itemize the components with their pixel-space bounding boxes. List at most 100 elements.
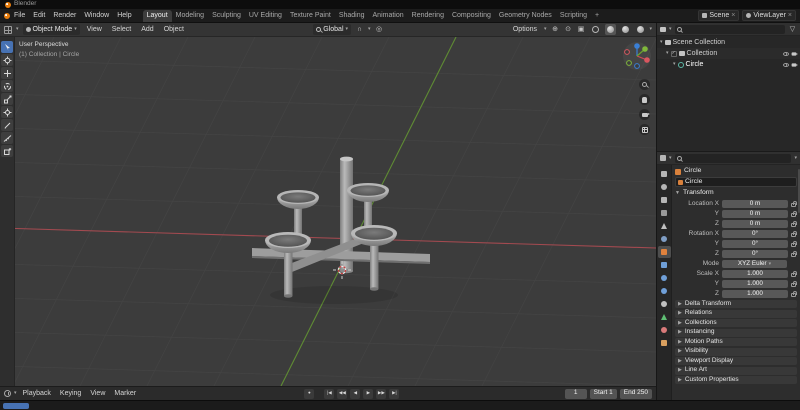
menu-render[interactable]: Render [49, 9, 80, 22]
candelabra-model[interactable] [252, 156, 430, 304]
section-visibility[interactable]: ▶ Visibility [675, 347, 797, 356]
tab-tool[interactable] [658, 168, 671, 180]
scale-y-field[interactable]: 1.000 [722, 280, 788, 288]
section-viewport-display[interactable]: ▶ Viewport Display [675, 357, 797, 365]
mode-selector[interactable]: Object Mode ▾ [22, 24, 80, 35]
cursor-tool[interactable] [1, 54, 13, 66]
lock-icon[interactable] [791, 281, 797, 287]
tab-output[interactable] [658, 194, 671, 206]
tab-object[interactable] [657, 246, 671, 258]
expand-icon[interactable]: ▾ [666, 51, 669, 56]
transform-section-header[interactable]: ▼ Transform [675, 189, 797, 198]
frame-start-field[interactable]: Start 1 [589, 388, 617, 399]
disable-render-icon[interactable] [791, 62, 799, 67]
move-tool[interactable] [1, 67, 13, 79]
properties-options-caret-icon[interactable]: ▾ [794, 155, 797, 161]
lock-icon[interactable] [791, 251, 797, 257]
disable-render-icon[interactable] [791, 51, 799, 56]
prev-keyframe-button[interactable]: ◀◀ [337, 388, 348, 399]
jump-to-start-button[interactable]: |◀ [324, 388, 335, 399]
workspace-tab-scripting[interactable]: Scripting [556, 10, 591, 22]
location-x-field[interactable]: 0 m [722, 200, 788, 208]
rotation-x-field[interactable]: 0° [722, 230, 788, 238]
section-relations[interactable]: ▶ Relations [675, 309, 797, 318]
workspace-tab-shading[interactable]: Shading [335, 10, 369, 22]
scene-selector[interactable]: Scene × [698, 10, 740, 21]
xray-toggle-icon[interactable]: ▣ [577, 25, 586, 35]
timeline-editor-icon[interactable] [4, 390, 11, 397]
hide-viewport-icon[interactable] [783, 62, 789, 67]
scale-x-field[interactable]: 1.000 [722, 270, 788, 278]
outliner-editor-icon[interactable] [660, 26, 666, 32]
rotation-y-field[interactable]: 0° [722, 240, 788, 248]
current-frame-field[interactable]: 1 [564, 388, 587, 399]
zoom-button[interactable] [639, 79, 650, 90]
hide-viewport-icon[interactable] [783, 51, 789, 56]
section-collections[interactable]: ▶ Collections [675, 319, 797, 327]
section-motion-paths[interactable]: ▶ Motion Paths [675, 338, 797, 346]
gizmo-x-axis-icon[interactable] [644, 57, 650, 63]
workspace-tab-modeling[interactable]: Modeling [172, 10, 208, 22]
outliner-row-scene-collection[interactable]: ▾ Scene Collection [657, 37, 800, 48]
show-gizmo-toggle-icon[interactable]: ⊕ [551, 25, 560, 35]
shading-wireframe-button[interactable] [590, 24, 601, 35]
tab-modifiers[interactable] [658, 259, 671, 271]
workspace-tab-rendering[interactable]: Rendering [408, 10, 448, 22]
menu-edit[interactable]: Edit [29, 9, 49, 22]
viewport-3d[interactable]: User Perspective (1) Collection | Circle [0, 37, 656, 386]
outliner-row-collection[interactable]: ▾ ✓ Collection [657, 48, 800, 59]
viewport-canvas[interactable] [0, 37, 656, 386]
workspace-tab-texture-paint[interactable]: Texture Paint [286, 10, 335, 22]
menu-select[interactable]: Select [109, 26, 134, 33]
measure-tool[interactable] [1, 132, 13, 144]
location-y-field[interactable]: 0 m [722, 210, 788, 218]
section-instancing[interactable]: ▶ Instancing [675, 328, 797, 337]
frame-end-field[interactable]: End 250 [619, 388, 652, 399]
tab-world[interactable] [658, 233, 671, 245]
object-name-field[interactable]: Circle [675, 177, 797, 187]
menu-window[interactable]: Window [80, 9, 113, 22]
annotate-tool[interactable] [1, 119, 13, 131]
gizmo-z-axis-icon[interactable] [634, 43, 640, 49]
lock-icon[interactable] [791, 201, 797, 207]
menu-view-timeline[interactable]: View [87, 390, 108, 397]
add-primitive-tool[interactable] [1, 145, 13, 157]
transform-orientation-select[interactable]: Global ▾ [313, 24, 352, 35]
workspace-tab-compositing[interactable]: Compositing [448, 10, 495, 22]
properties-search-input[interactable] [674, 153, 792, 163]
rotate-tool[interactable] [1, 80, 13, 92]
scale-z-field[interactable]: 1.000 [722, 290, 788, 298]
tab-view-layer[interactable] [658, 207, 671, 219]
tab-material[interactable] [658, 324, 671, 336]
options-button[interactable]: Options [510, 26, 540, 33]
gizmo-y-axis-icon[interactable] [642, 46, 648, 52]
gizmo-x-neg-icon[interactable] [624, 49, 630, 55]
tab-constraints[interactable] [658, 298, 671, 310]
lock-icon[interactable] [791, 221, 797, 227]
lock-icon[interactable] [791, 231, 797, 237]
editor-type-3d-viewport-icon[interactable] [4, 25, 12, 34]
shading-material-button[interactable] [620, 24, 631, 35]
scale-tool[interactable] [1, 93, 13, 105]
lock-icon[interactable] [791, 211, 797, 217]
camera-view-button[interactable] [639, 109, 650, 120]
snap-magnet-icon[interactable]: ∩ [355, 25, 364, 35]
gizmo-z-neg-icon[interactable] [634, 63, 640, 69]
expand-icon[interactable]: ▾ [660, 40, 663, 45]
menu-keying[interactable]: Keying [57, 390, 84, 397]
properties-editor-icon[interactable] [660, 155, 666, 161]
outliner-filter-icon[interactable]: ▽ [788, 24, 797, 34]
menu-add[interactable]: Add [138, 26, 156, 33]
add-workspace-button[interactable]: + [591, 10, 603, 22]
menu-help[interactable]: Help [113, 9, 135, 22]
lock-icon[interactable] [791, 271, 797, 277]
lock-icon[interactable] [791, 241, 797, 247]
workspace-tab-layout[interactable]: Layout [142, 9, 172, 22]
navigation-gizmo[interactable] [622, 41, 652, 71]
outliner-search-input[interactable] [674, 24, 785, 34]
tab-scene[interactable] [658, 220, 671, 232]
location-z-field[interactable]: 0 m [722, 220, 788, 228]
scene-unlink-icon[interactable]: × [731, 12, 735, 19]
collection-checkbox[interactable]: ✓ [670, 50, 677, 57]
transform-tool[interactable] [1, 106, 13, 118]
